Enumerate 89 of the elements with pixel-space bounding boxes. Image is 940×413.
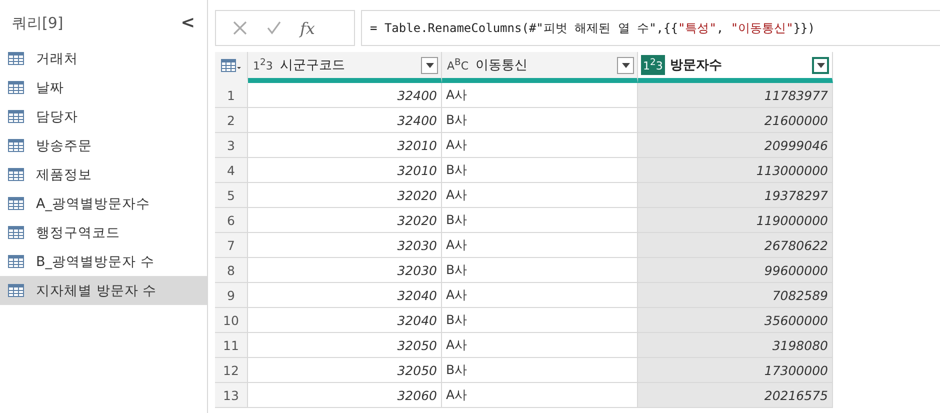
row-number: 6 xyxy=(215,208,248,233)
row-number: 9 xyxy=(215,283,248,308)
table-cell: A사 xyxy=(442,233,638,258)
table-cell: 119000000 xyxy=(638,208,833,233)
table-cell: 32020 xyxy=(248,208,442,233)
table-icon xyxy=(8,52,24,65)
query-item[interactable]: 거래처 xyxy=(0,44,207,73)
row-number: 7 xyxy=(215,233,248,258)
table-cell: B사 xyxy=(442,108,638,133)
table-cell: A사 xyxy=(442,333,638,358)
row-number: 8 xyxy=(215,258,248,283)
table-icon xyxy=(8,110,24,123)
column-header[interactable]: 1$^{2}$3 시군구코드 xyxy=(248,52,442,83)
row-number: 5 xyxy=(215,183,248,208)
row-number: 4 xyxy=(215,158,248,183)
table-cell: 21600000 xyxy=(638,108,833,133)
query-item[interactable]: 방송주문 xyxy=(0,131,207,160)
table-icon xyxy=(8,284,24,297)
table-cell: B사 xyxy=(442,358,638,383)
table-icon xyxy=(8,81,24,94)
table-icon xyxy=(8,255,24,268)
table-cell: 113000000 xyxy=(638,158,833,183)
table-cell: A사 xyxy=(442,183,638,208)
check-icon[interactable] xyxy=(266,20,282,36)
type-tag[interactable]: 1$^{2}$3 xyxy=(251,55,275,75)
table-cell: 35600000 xyxy=(638,308,833,333)
table-cell: 3198080 xyxy=(638,333,833,358)
table-menu[interactable] xyxy=(215,52,248,83)
filter-dropdown[interactable] xyxy=(812,56,829,74)
table-cell: 7082589 xyxy=(638,283,833,308)
table-cell: 32050 xyxy=(248,333,442,358)
table-icon xyxy=(8,197,24,210)
formula-field[interactable]: = Table.RenameColumns(#"피벗 해제된 열 수",{{"특성", "이동통신"}}) xyxy=(361,10,940,46)
table-cell: B사 xyxy=(442,158,638,183)
row-number: 1 xyxy=(215,83,248,108)
table-cell: 19378297 xyxy=(638,183,833,208)
query-item[interactable]: A_광역별방문자수 xyxy=(0,189,207,218)
query-item[interactable]: 담당자 xyxy=(0,102,207,131)
table-cell: 32010 xyxy=(248,133,442,158)
table-cell: 32030 xyxy=(248,258,442,283)
table-cell: A사 xyxy=(442,133,638,158)
table-cell: A사 xyxy=(442,83,638,108)
table-icon xyxy=(221,58,241,72)
table-cell: 11783977 xyxy=(638,83,833,108)
type-tag[interactable]: A$^{B}$C xyxy=(445,55,471,75)
table-cell: 32020 xyxy=(248,183,442,208)
row-number: 10 xyxy=(215,308,248,333)
query-item[interactable]: 행정구역코드 xyxy=(0,218,207,247)
caret-icon xyxy=(816,62,824,68)
type-tag[interactable]: 1$^{2}$3 xyxy=(641,55,665,75)
table-cell: B사 xyxy=(442,208,638,233)
table-cell: 26780622 xyxy=(638,233,833,258)
table-cell: 99600000 xyxy=(638,258,833,283)
table-cell: 32400 xyxy=(248,108,442,133)
fx-label[interactable]: fx xyxy=(300,18,315,38)
column-header[interactable]: A$^{B}$C 이동통신 xyxy=(442,52,638,83)
row-number: 3 xyxy=(215,133,248,158)
table-cell: 32050 xyxy=(248,358,442,383)
table-icon xyxy=(8,139,24,152)
collapse-button[interactable]: < xyxy=(176,13,199,33)
table-cell: 32040 xyxy=(248,308,442,333)
filter-dropdown[interactable] xyxy=(617,56,634,74)
table-cell: B사 xyxy=(442,308,638,333)
query-item[interactable]: B_광역별방문자 수 xyxy=(0,247,207,276)
caret-icon xyxy=(426,62,434,68)
filter-dropdown[interactable] xyxy=(421,56,438,74)
row-number: 2 xyxy=(215,108,248,133)
table-icon xyxy=(8,168,24,181)
table-cell: A사 xyxy=(442,383,638,408)
caret-icon xyxy=(622,62,630,68)
query-item[interactable]: 제품정보 xyxy=(0,160,207,189)
table-cell: 32400 xyxy=(248,83,442,108)
query-item[interactable]: 날짜 xyxy=(0,73,207,102)
row-number: 13 xyxy=(215,383,248,408)
table-icon xyxy=(8,226,24,239)
row-number: 11 xyxy=(215,333,248,358)
table-cell: A사 xyxy=(442,283,638,308)
table-cell: 32060 xyxy=(248,383,442,408)
table-cell: 32010 xyxy=(248,158,442,183)
table-cell: B사 xyxy=(442,258,638,283)
query-item[interactable]: 지자체별 방문자 수 xyxy=(0,276,207,305)
table-cell: 32040 xyxy=(248,283,442,308)
queries-title: 쿼리[9] xyxy=(12,14,64,32)
table-cell: 17300000 xyxy=(638,358,833,383)
table-cell: 32030 xyxy=(248,233,442,258)
table-cell: 20216575 xyxy=(638,383,833,408)
row-number: 12 xyxy=(215,358,248,383)
table-cell: 20999046 xyxy=(638,133,833,158)
column-header[interactable]: 1$^{2}$3 방문자수 xyxy=(638,52,833,83)
